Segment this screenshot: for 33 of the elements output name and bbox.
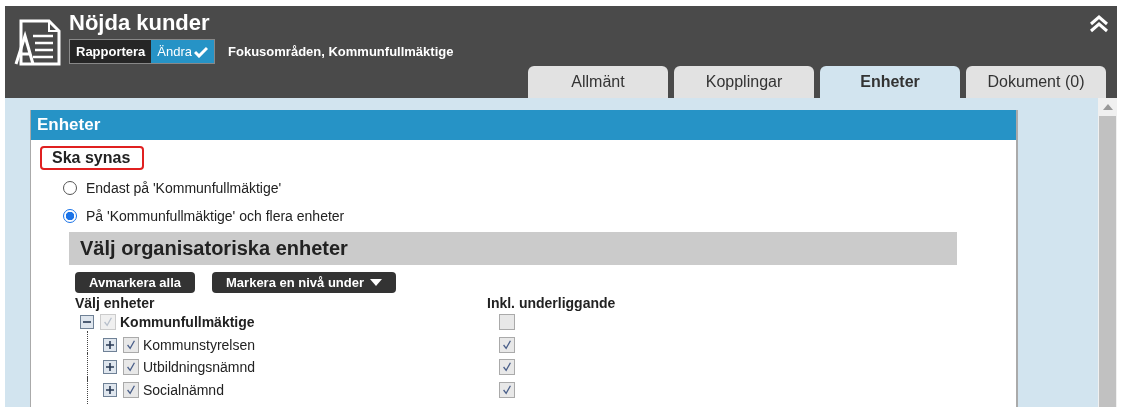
tab[interactable]: Enheter: [820, 66, 960, 98]
tab[interactable]: Dokument (0): [966, 66, 1106, 98]
radio-label: På 'Kommunfullmäktige' och flera enheter: [86, 208, 345, 224]
unit-label: Kommunstyrelsen: [143, 336, 256, 353]
column-header: Inkl. underliggande: [487, 295, 616, 311]
deselect-button[interactable]: Avmarkera alla: [75, 272, 196, 293]
collapse-icon[interactable]: [1089, 15, 1109, 33]
scrollbar-thumb[interactable]: [1099, 116, 1116, 407]
unit-label: Kommunfullmäktige: [120, 314, 255, 331]
check-icon: [501, 383, 513, 396]
check-icon: [501, 338, 513, 351]
tab[interactable]: Allmänt: [528, 66, 668, 98]
radio-label: Endast på 'Kommunfullmäktige': [86, 180, 282, 196]
unit-label: Utbildningsnämnd: [143, 359, 256, 376]
page-title: Nöjda kunder: [69, 10, 211, 36]
caret-icon: [370, 279, 383, 286]
check-icon: [102, 316, 114, 329]
tab[interactable]: Kopplingar: [674, 66, 814, 98]
section-label: Ska synas: [40, 146, 145, 170]
breadcrumb: Fokusområden, Kommunfullmäktige: [228, 44, 454, 59]
mode-toggle[interactable]: Rapportera: [70, 40, 152, 63]
document-icon: [13, 18, 63, 68]
dropdown-button[interactable]: Markera en nivå under: [212, 272, 397, 293]
check-icon: [501, 361, 513, 374]
panel-header: Enheter: [31, 110, 1017, 140]
section-header: Välj organisatoriska enheter: [69, 232, 957, 265]
check-icon: [194, 45, 209, 58]
check-icon: [125, 338, 137, 351]
column-header: Välj enheter: [75, 295, 156, 311]
check-icon: [125, 361, 137, 374]
check-icon: [125, 383, 137, 396]
unit-label: Socialnämnd: [143, 381, 224, 398]
radio-button[interactable]: [63, 209, 77, 223]
